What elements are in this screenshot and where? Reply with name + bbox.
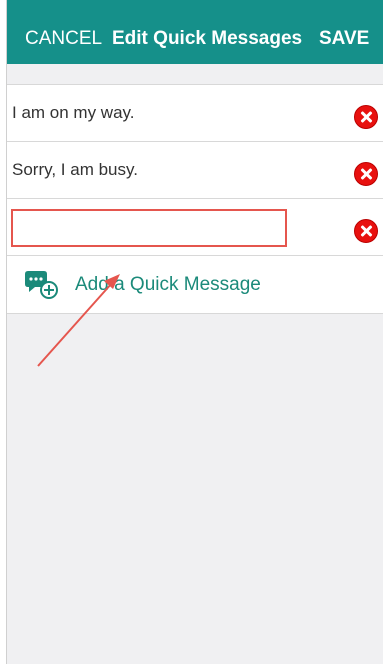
chat-bubble-plus-icon bbox=[25, 271, 58, 299]
message-text: I am on my way. bbox=[12, 103, 135, 122]
page-title: Edit Quick Messages bbox=[112, 28, 303, 49]
navigation-bar: CANCEL Edit Quick Messages SAVE bbox=[7, 0, 383, 64]
list-item[interactable]: I am on my way. bbox=[7, 85, 383, 142]
cancel-button[interactable]: CANCEL bbox=[25, 28, 102, 50]
app-frame: CANCEL Edit Quick Messages SAVE I am on … bbox=[6, 0, 383, 664]
add-quick-message-label: Add a Quick Message bbox=[75, 274, 261, 295]
delete-icon[interactable] bbox=[354, 105, 378, 129]
list-item[interactable] bbox=[7, 199, 383, 256]
delete-icon[interactable] bbox=[354, 219, 378, 243]
message-text: Sorry, I am busy. bbox=[12, 160, 138, 179]
add-quick-message-button[interactable]: Add a Quick Message bbox=[7, 256, 383, 313]
quick-message-list: I am on my way. Sorry, I am busy. Add a … bbox=[7, 84, 383, 314]
delete-icon[interactable] bbox=[354, 162, 378, 186]
new-message-input[interactable] bbox=[11, 209, 287, 247]
save-button[interactable]: SAVE bbox=[319, 28, 369, 50]
list-item[interactable]: Sorry, I am busy. bbox=[7, 142, 383, 199]
